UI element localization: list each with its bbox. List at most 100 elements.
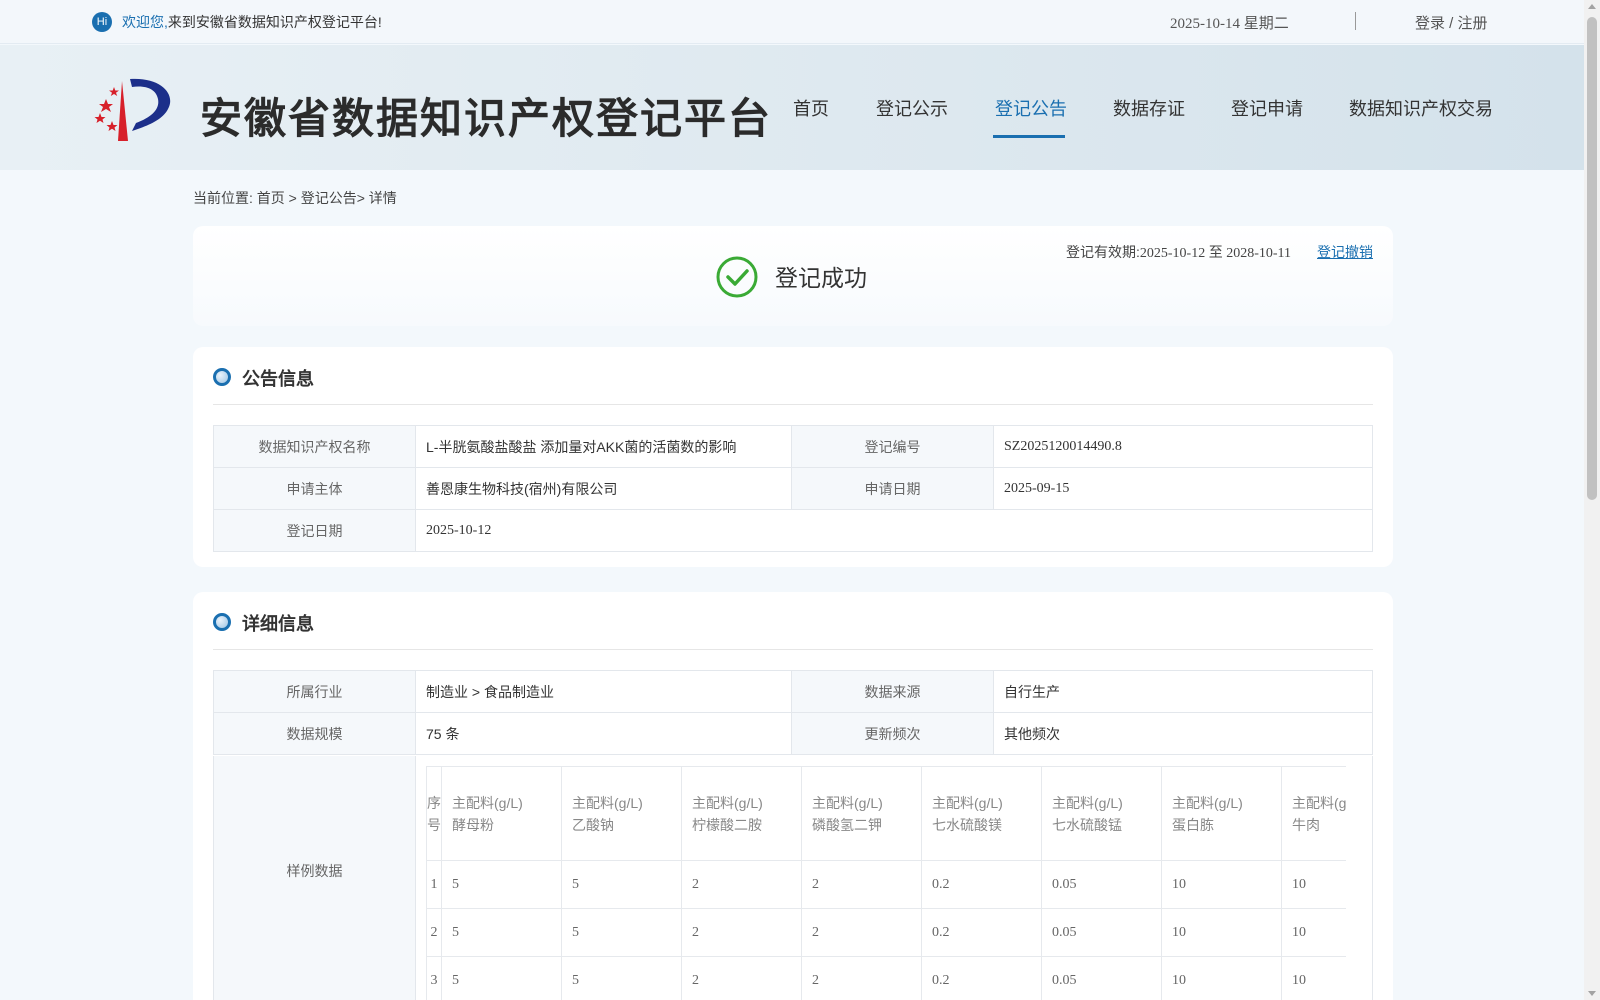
- scale-value: 75 条: [415, 712, 792, 755]
- column-header: 主配料(g/L) 磷酸氢二钾: [801, 766, 922, 861]
- frequency-value: 其他频次: [993, 712, 1373, 755]
- column-header-unit: 主配料(g/L): [692, 794, 763, 811]
- table-cell: 10: [1281, 908, 1346, 957]
- table-cell: 10: [1281, 956, 1346, 1000]
- validity-label: 登记有效期:: [1066, 244, 1140, 260]
- column-header-name: 乙酸钠: [572, 816, 614, 833]
- section-bullet-icon: [213, 368, 231, 386]
- success-check-icon: [716, 256, 758, 298]
- table-cell: 0.2: [921, 860, 1042, 909]
- current-date: 2025-10-14 星期二: [1170, 16, 1289, 32]
- nav-registration-announcement[interactable]: 登记公告: [995, 95, 1067, 121]
- column-header-name: 磷酸氢二钾: [812, 816, 882, 833]
- column-header-name: 牛肉: [1292, 816, 1320, 833]
- nav-data-evidence[interactable]: 数据存证: [1113, 95, 1185, 121]
- active-nav-indicator: [993, 135, 1065, 138]
- scroll-thumb[interactable]: [1587, 17, 1597, 500]
- source-label: 数据来源: [791, 670, 994, 713]
- main-nav: 首页 登记公示 登记公告 数据存证 登记申请 数据知识产权交易: [0, 95, 1584, 145]
- sample-data-label: 样例数据: [286, 863, 343, 879]
- top-bar: Hi 欢迎您,来到安徽省数据知识产权登记平台! 2025-10-14 星期二 登…: [0, 0, 1584, 44]
- table-cell: 0.2: [921, 908, 1042, 957]
- apply-date-value: 2025-09-15: [993, 467, 1373, 510]
- name-label: 数据知识产权名称: [213, 425, 416, 468]
- reg-no-label: 登记编号: [791, 425, 994, 468]
- column-header-unit: 主配料(g/L): [1172, 794, 1243, 811]
- column-header-unit: 主配料(g/L): [452, 794, 523, 811]
- divider: [1355, 12, 1356, 30]
- table-row: 申请主体 善恩康生物科技(宿州)有限公司 申请日期 2025-09-15: [213, 467, 1373, 510]
- reg-date-label: 登记日期: [213, 509, 416, 552]
- row-index: 2: [426, 908, 442, 957]
- applicant-value: 善恩康生物科技(宿州)有限公司: [415, 467, 792, 510]
- table-cell: 10: [1161, 908, 1282, 957]
- nav-data-ip-trading[interactable]: 数据知识产权交易: [1349, 95, 1493, 121]
- nav-registration-publicity[interactable]: 登记公示: [876, 95, 948, 121]
- row-index: 3: [426, 956, 442, 1000]
- table-row: 3 5 5 2 2 0.2 0.05 10 10: [426, 956, 1346, 1000]
- table-row: 1 5 5 2 2 0.2 0.05 10 10: [426, 860, 1346, 909]
- source-value: 自行生产: [993, 670, 1373, 713]
- registration-status-card: 登记成功 登记有效期:2025-10-12 至 2028-10-11 登记撤销: [193, 226, 1393, 326]
- login-register-link[interactable]: 登录 / 注册: [1415, 12, 1488, 33]
- table-cell: 0.2: [921, 956, 1042, 1000]
- welcome-text: 来到安徽省数据知识产权登记平台!: [167, 14, 382, 30]
- name-value: L-半胱氨酸盐酸盐 添加量对AKK菌的活菌数的影响: [415, 425, 792, 468]
- table-cell: 10: [1281, 860, 1346, 909]
- index-header: 序号: [426, 766, 442, 861]
- validity-range: 2025-10-12 至 2028-10-11: [1139, 246, 1292, 261]
- table-row: 2 5 5 2 2 0.2 0.05 10 10: [426, 908, 1346, 957]
- table-header-row: 序号 主配料(g/L) 酵母粉 主配料(g/L) 乙酸钠 主配料(g/L) 柠檬酸二胺 主配…: [426, 766, 1346, 861]
- table-cell: 2: [801, 908, 922, 957]
- apply-date-label: 申请日期: [791, 467, 994, 510]
- section-divider: [213, 404, 1373, 405]
- sample-data-table: 序号 主配料(g/L) 酵母粉 主配料(g/L) 乙酸钠 主配料(g/L) 柠檬酸二胺 主配…: [426, 766, 1346, 1000]
- table-row: 数据规模 75 条 更新频次 其他频次: [213, 712, 1373, 755]
- nav-registration-application[interactable]: 登记申请: [1231, 95, 1303, 121]
- table-cell: 0.05: [1041, 956, 1162, 1000]
- details-table: 所属行业 制造业 > 食品制造业 数据来源 自行生产 数据规模 75 条 更新频…: [213, 670, 1373, 755]
- nav-home[interactable]: 首页: [793, 95, 829, 121]
- column-header: 主配料(g/L) 柠檬酸二胺: [681, 766, 802, 861]
- details-title: 详细信息: [242, 614, 314, 634]
- scroll-up-arrow-icon[interactable]: [1588, 4, 1596, 9]
- column-header-name: 酵母粉: [452, 816, 494, 833]
- table-cell: 5: [441, 956, 562, 1000]
- column-header-unit: 主配料(g/L): [812, 794, 883, 811]
- column-header: 主配料(g/L) 乙酸钠: [561, 766, 682, 861]
- industry-value: 制造业 > 食品制造业: [415, 670, 792, 713]
- column-header: 主配料(g/L) 牛肉: [1281, 766, 1346, 861]
- table-cell: 2: [801, 860, 922, 909]
- column-header-name: 七水硫酸镁: [932, 816, 1002, 833]
- registration-status-text: 登记成功: [775, 265, 867, 291]
- sample-table-scroll[interactable]: 序号 主配料(g/L) 酵母粉 主配料(g/L) 乙酸钠 主配料(g/L) 柠檬酸二胺 主配…: [426, 766, 1346, 1000]
- table-cell: 0.05: [1041, 860, 1162, 909]
- table-cell: 10: [1161, 956, 1282, 1000]
- table-cell: 5: [561, 860, 682, 909]
- table-cell: 2: [681, 956, 802, 1000]
- table-cell: 10: [1161, 860, 1282, 909]
- reg-date-value: 2025-10-12: [415, 509, 1373, 552]
- revoke-registration-link[interactable]: 登记撤销: [1317, 242, 1373, 262]
- page-scrollbar[interactable]: [1584, 0, 1600, 1000]
- reg-no-value: SZ2025120014490.8: [993, 425, 1373, 468]
- column-header: 主配料(g/L) 七水硫酸镁: [921, 766, 1042, 861]
- applicant-label: 申请主体: [213, 467, 416, 510]
- column-header-unit: 主配料(g/L): [932, 794, 1003, 811]
- column-header-name: 柠檬酸二胺: [692, 816, 762, 833]
- row-index: 1: [426, 860, 442, 909]
- column-header-unit: 主配料(g/L): [1052, 794, 1123, 811]
- announcement-title: 公告信息: [242, 369, 314, 389]
- table-cell: 5: [441, 908, 562, 957]
- section-bullet-icon: [213, 613, 231, 631]
- table-cell: 5: [561, 908, 682, 957]
- welcome-message: 欢迎您,来到安徽省数据知识产权登记平台!: [122, 12, 382, 32]
- column-header: 主配料(g/L) 蛋白胨: [1161, 766, 1282, 861]
- column-header-unit: 主配料(g/L): [1292, 794, 1346, 811]
- table-row: 登记日期 2025-10-12: [213, 509, 1373, 552]
- column-header: 主配料(g/L) 酵母粉: [441, 766, 562, 861]
- scroll-down-arrow-icon[interactable]: [1588, 991, 1596, 996]
- table-cell: 5: [561, 956, 682, 1000]
- table-row: 所属行业 制造业 > 食品制造业 数据来源 自行生产: [213, 670, 1373, 713]
- announcement-section: 公告信息 数据知识产权名称 L-半胱氨酸盐酸盐 添加量对AKK菌的活菌数的影响 …: [193, 347, 1393, 567]
